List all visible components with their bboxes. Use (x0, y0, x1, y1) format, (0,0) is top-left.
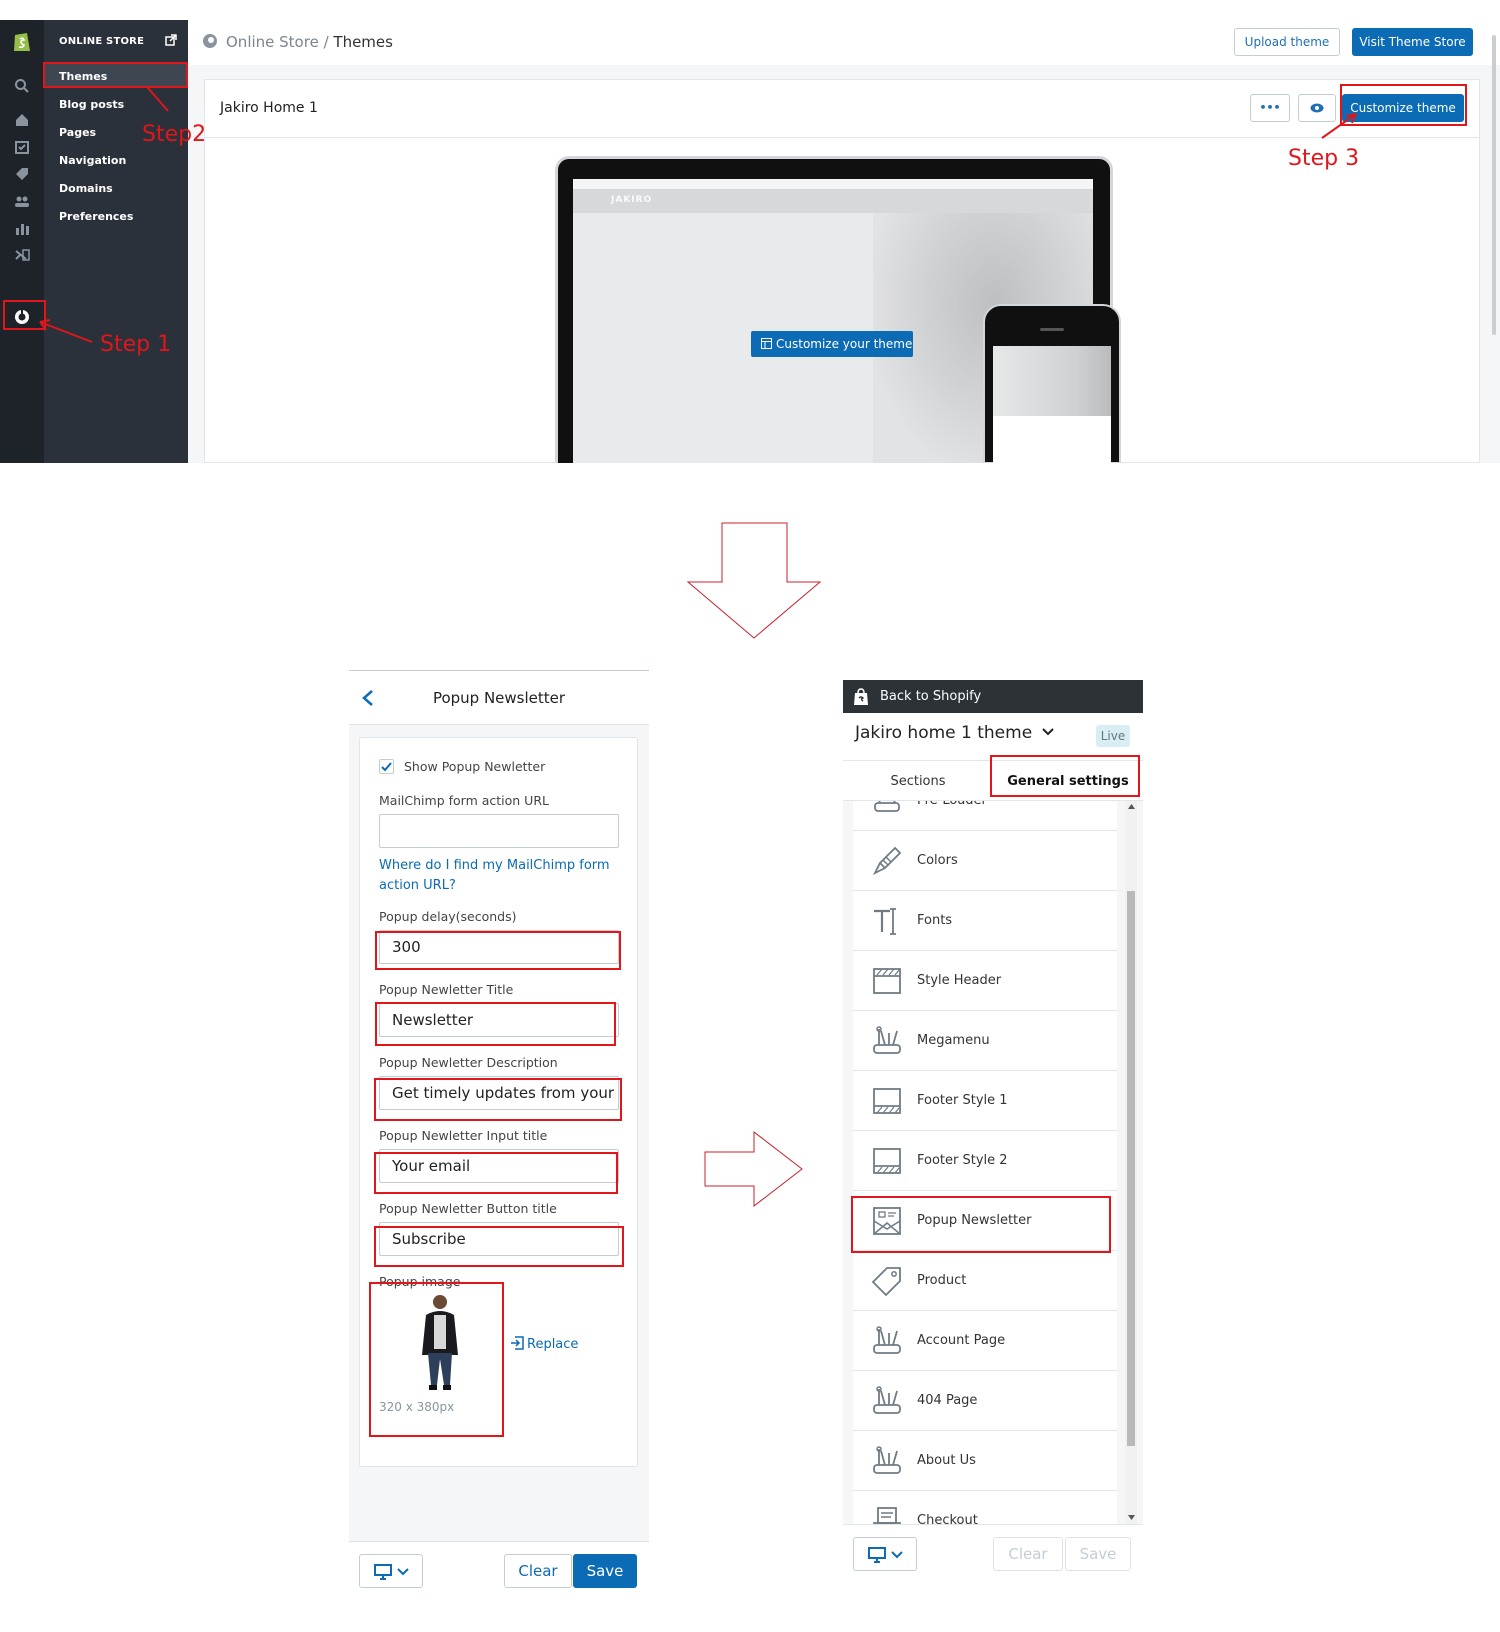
step1-label: Step 1 (100, 332, 172, 357)
tools-icon (871, 1385, 903, 1417)
settings-item-label: Style Header (917, 973, 1002, 988)
settings-item-label: 404 Page (917, 1393, 978, 1408)
popup-newsletter-row-highlight (851, 1196, 1111, 1253)
input-title-label: Popup Newletter Input title (379, 1128, 548, 1143)
popup-newsletter-panel: Popup Newsletter Show Popup Newletter Ma… (349, 670, 649, 1601)
tools-icon (871, 1025, 903, 1057)
mailchimp-label: MailChimp form action URL (379, 793, 549, 808)
scroll-down-icon[interactable] (1128, 1515, 1135, 1520)
desktop-icon (374, 1564, 392, 1580)
mailchimp-url-input[interactable] (379, 814, 619, 848)
input-title-highlight (374, 1152, 618, 1194)
panel-title: Popup Newsletter (432, 689, 566, 707)
annotation-arrows-top (39, 87, 1357, 343)
settings-item-footer-style-1[interactable]: Footer Style 1 (853, 1071, 1117, 1131)
settings-item-checkout[interactable]: Checkout (853, 1491, 1117, 1524)
chevron-down-icon (397, 1568, 409, 1576)
show-popup-label: Show Popup Newletter (404, 759, 546, 774)
footer-icon (871, 1145, 903, 1177)
settings-item-label: Product (917, 1273, 967, 1288)
down-arrow-icon (686, 522, 822, 639)
preloader-icon (871, 801, 903, 817)
delay-label: Popup delay(seconds) (379, 909, 517, 924)
right-arrow-icon (704, 1130, 803, 1208)
back-to-shopify-bar[interactable]: Back to Shopify (843, 680, 1143, 713)
scroll-up-icon[interactable] (1128, 804, 1135, 809)
device-switcher[interactable] (359, 1554, 423, 1588)
settings-item-label: Footer Style 2 (917, 1153, 1008, 1168)
settings-item-label: Megamenu (917, 1033, 990, 1048)
settings-item-megamenu[interactable]: Megamenu (853, 1011, 1117, 1071)
step3-label: Step 3 (1288, 146, 1360, 171)
button-title-highlight (374, 1226, 624, 1267)
settings-item-about-us[interactable]: About Us (853, 1431, 1117, 1491)
scrollbar-thumb[interactable] (1127, 891, 1135, 1446)
back-to-shopify-label: Back to Shopify (880, 689, 982, 704)
title-highlight (375, 1002, 616, 1046)
chevron-down-icon (891, 1551, 903, 1559)
scrollbar-track[interactable] (1125, 801, 1137, 1524)
chevron-down-icon (1041, 728, 1054, 736)
popup-header: Popup Newsletter (349, 671, 649, 725)
register-icon (871, 1505, 903, 1524)
newsletter-description-label: Popup Newletter Description (379, 1055, 558, 1070)
settings-item-label: Account Page (917, 1333, 1006, 1348)
header-icon (871, 965, 903, 997)
settings-item-label: Pre-Loader (917, 801, 987, 808)
settings-item-footer-style-2[interactable]: Footer Style 2 (853, 1131, 1117, 1191)
settings-list: Pre-Loader Colors Fonts Style Header Megamen… (843, 801, 1143, 1524)
popup-image-highlight (369, 1282, 504, 1437)
tools-icon (871, 1325, 903, 1357)
description-highlight (374, 1078, 622, 1121)
general-settings-tab-highlight (990, 755, 1140, 797)
tag-icon (871, 1265, 903, 1297)
show-popup-checkbox[interactable] (379, 759, 394, 774)
settings-item-label: Fonts (917, 913, 953, 928)
tools-icon (871, 1445, 903, 1477)
live-badge: Live (1096, 725, 1130, 747)
tab-sections[interactable]: Sections (843, 774, 993, 789)
settings-item-label: Colors (917, 853, 958, 868)
desktop-icon (868, 1547, 886, 1563)
clear-button[interactable]: Clear (504, 1554, 572, 1588)
newsletter-title-label: Popup Newletter Title (379, 982, 514, 997)
save-button[interactable]: Save (1065, 1537, 1131, 1571)
settings-footer: Clear Save (843, 1524, 1143, 1584)
admin-screenshot: ONLINE STORE Themes Blog posts Pages Nav… (0, 20, 1500, 463)
settings-item-product[interactable]: Product (853, 1251, 1117, 1311)
replace-image-button[interactable]: Replace (510, 1336, 578, 1352)
clear-button[interactable]: Clear (993, 1537, 1063, 1571)
settings-item-fonts[interactable]: Fonts (853, 891, 1117, 951)
replace-label: Replace (527, 1337, 579, 1352)
settings-item-account-page[interactable]: Account Page (853, 1311, 1117, 1371)
button-title-label: Popup Newletter Button title (379, 1201, 557, 1216)
settings-item-404-page[interactable]: 404 Page (853, 1371, 1117, 1431)
general-settings-panel: Back to Shopify Jakiro home 1 theme Live… (843, 680, 1143, 1610)
delay-highlight (375, 931, 621, 970)
step2-label: Step2 (142, 122, 207, 147)
settings-item-label: Footer Style 1 (917, 1093, 1008, 1108)
mailchimp-help-link[interactable]: Where do I find my MailChimp form action… (379, 856, 619, 896)
text-icon (871, 905, 903, 937)
footer-icon (871, 1085, 903, 1117)
brush-icon (871, 845, 903, 877)
popup-footer: Clear Save (349, 1541, 649, 1601)
shopify-bag-icon (853, 688, 869, 706)
theme-title: Jakiro home 1 theme (855, 723, 1033, 743)
settings-item-style-header[interactable]: Style Header (853, 951, 1117, 1011)
replace-icon (510, 1336, 524, 1350)
theme-selector[interactable]: Jakiro home 1 theme (855, 723, 1054, 743)
device-switcher[interactable] (853, 1537, 917, 1571)
settings-item-colors[interactable]: Colors (853, 831, 1117, 891)
settings-item-pre-loader[interactable]: Pre-Loader (853, 801, 1117, 831)
settings-item-label: Checkout (917, 1513, 978, 1524)
save-button[interactable]: Save (573, 1554, 637, 1588)
settings-item-label: About Us (917, 1453, 976, 1468)
